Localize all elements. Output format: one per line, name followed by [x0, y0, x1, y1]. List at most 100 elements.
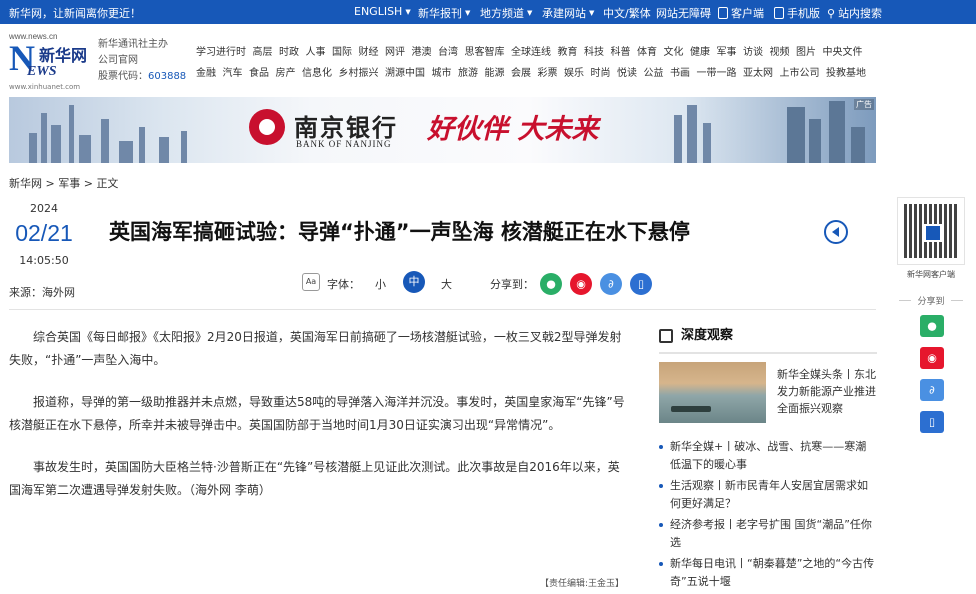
link-share-icon[interactable]: ∂: [600, 273, 622, 295]
channel-link[interactable]: 时政: [279, 42, 299, 63]
topnav-sites-label: 承建网站: [542, 7, 586, 20]
publish-month-day: 02/21: [15, 220, 73, 246]
sidebar-list-item[interactable]: 新华全媒+丨破冰、战雪、抗寒——寒潮低温下的暖心事: [659, 438, 877, 474]
channel-link[interactable]: 乡村振兴: [339, 63, 379, 84]
channel-link[interactable]: 亚太网: [743, 63, 773, 84]
link-glyph: ∂: [929, 383, 935, 397]
channel-link[interactable]: 台湾: [438, 42, 458, 63]
channel-link[interactable]: 金融: [196, 63, 216, 84]
channel-link[interactable]: 科普: [611, 42, 631, 63]
channel-link[interactable]: 旅游: [458, 63, 478, 84]
logo-cn: 新华网: [39, 46, 88, 65]
article-paragraph: 综合英国《每日邮报》《太阳报》2月20日报道，英国海军日前搞砸了一场核潜艇试验，…: [9, 330, 622, 367]
channel-link[interactable]: 城市: [432, 63, 452, 84]
channel-link[interactable]: 彩票: [538, 63, 558, 84]
channel-link[interactable]: 学习进行时: [196, 42, 246, 63]
skyline-building: [829, 101, 845, 163]
channel-link[interactable]: 公益: [644, 63, 664, 84]
topnav-mobile[interactable]: 手机版: [774, 5, 820, 21]
featured-image[interactable]: [659, 362, 766, 423]
channel-nav-row: 金融 汽车 食品 房产 信息化 乡村振兴 溯源中国 城市 旅游 能源 会展 彩票 娱乐 时尚 悦读 公益 书画一…: [196, 63, 886, 84]
channel-link[interactable]: 投教基地: [826, 63, 866, 84]
topnav-search-label: 站内搜索: [838, 7, 883, 20]
channel-link[interactable]: 图片: [796, 42, 816, 63]
sidebar-list-item[interactable]: 经济参考报丨老字号扩围 国货“潮品”任你选: [659, 516, 877, 552]
banner-ad[interactable]: 南京银行 BANK OF NANJING 好伙伴 大未来 广告: [9, 97, 876, 163]
topnav-sites[interactable]: 承建网站 ▼: [542, 5, 594, 21]
phone-share-icon[interactable]: ▯: [630, 273, 652, 295]
link-share-icon[interactable]: ∂: [920, 379, 944, 401]
article-source: 来源：海外网: [9, 286, 75, 299]
channel-link[interactable]: 汽车: [223, 63, 243, 84]
topnav-newspapers[interactable]: 新华报刊 ▼: [418, 5, 470, 21]
top-bar: 新华网，让新闻离你更近！ ENGLISH ▼ 新华报刊 ▼ 地方频道 ▼ 承建网站 ▼ …: [0, 0, 976, 24]
channel-link[interactable]: 港澳: [412, 42, 432, 63]
topnav-accessibility[interactable]: 网站无障碍: [656, 5, 711, 21]
weibo-glyph: ◉: [927, 351, 937, 365]
phone-share-icon[interactable]: ▯: [920, 411, 944, 433]
channel-link[interactable]: 健康: [690, 42, 710, 63]
speaker-icon[interactable]: [824, 220, 848, 244]
stock-code[interactable]: 603888: [148, 71, 186, 82]
sidebar-list-item[interactable]: 生活观察丨新市民青年人安居宜居需求如何更好满足？: [659, 477, 877, 513]
xinhua-logo[interactable]: www.news.cn N 新华网 EWS www.xinhuanet.com: [9, 32, 89, 91]
sidebar-list-item[interactable]: 新华每日电讯丨“朝秦暮楚”之地的“今古传奇”五说十堰: [659, 555, 877, 591]
topnav-local-label: 地方频道: [480, 7, 524, 20]
channel-link[interactable]: 文化: [664, 42, 684, 63]
channel-link[interactable]: 悦读: [617, 63, 637, 84]
channel-link[interactable]: 体育: [637, 42, 657, 63]
weibo-share-icon[interactable]: ◉: [570, 273, 592, 295]
channel-link[interactable]: 视频: [770, 42, 790, 63]
channel-link[interactable]: 访谈: [743, 42, 763, 63]
channel-link[interactable]: 中央文件: [823, 42, 863, 63]
channel-link[interactable]: 科技: [584, 42, 604, 63]
channel-link[interactable]: 信息化: [302, 63, 332, 84]
skyline-building: [703, 123, 711, 163]
channel-link[interactable]: 思客智库: [465, 42, 505, 63]
breadcrumb-military[interactable]: 军事: [58, 177, 80, 190]
publish-date: 2024 02/21 14:05:50: [9, 200, 79, 270]
font-medium-button[interactable]: 中: [403, 271, 425, 293]
channel-link[interactable]: 教育: [558, 42, 578, 63]
channel-link[interactable]: 娱乐: [564, 63, 584, 84]
channel-link[interactable]: 全球连线: [511, 42, 551, 63]
featured-story-text[interactable]: 新华全媒头条丨东北发力新能源产业推进全面振兴观察: [777, 366, 877, 417]
channel-link[interactable]: 人事: [306, 42, 326, 63]
channel-link[interactable]: 能源: [485, 63, 505, 84]
channel-link[interactable]: 军事: [717, 42, 737, 63]
channel-link[interactable]: 财经: [359, 42, 379, 63]
topnav-english[interactable]: ENGLISH ▼: [354, 5, 411, 18]
wechat-share-icon[interactable]: ●: [920, 315, 944, 337]
channel-link[interactable]: 溯源中国: [385, 63, 425, 84]
chevron-down-icon: ▼: [589, 9, 595, 17]
skyline-building: [809, 119, 821, 163]
channel-link[interactable]: 食品: [249, 63, 269, 84]
skyline-building: [119, 141, 133, 163]
font-small-button[interactable]: 小: [375, 276, 386, 292]
channel-link[interactable]: 书画: [670, 63, 690, 84]
font-large-button[interactable]: 大: [441, 276, 452, 292]
qr-label: 新华网客户端: [907, 270, 955, 279]
topnav-search[interactable]: ⚲ 站内搜索: [827, 5, 882, 21]
channel-link[interactable]: 高层: [253, 42, 273, 63]
channel-link[interactable]: 时尚: [591, 63, 611, 84]
channel-link[interactable]: 网评: [385, 42, 405, 63]
topnav-local[interactable]: 地方频道 ▼: [480, 5, 532, 21]
share-label: 分享到：: [490, 278, 534, 291]
breadcrumb-home[interactable]: 新华网: [9, 177, 42, 190]
channel-link[interactable]: 一带一路: [697, 63, 737, 84]
topnav-mobile-label: 手机版: [787, 7, 820, 20]
welcome-text: 新华网，让新闻离你更近！: [9, 7, 141, 20]
channel-link[interactable]: 国际: [332, 42, 352, 63]
featured-story[interactable]: 新华全媒头条丨东北发力新能源产业推进全面振兴观察: [659, 362, 877, 426]
weibo-share-icon[interactable]: ◉: [920, 347, 944, 369]
channel-link[interactable]: 房产: [276, 63, 296, 84]
topnav-traditional[interactable]: 中文/繁体: [603, 5, 651, 21]
company-site-link[interactable]: 公司官网: [98, 53, 186, 69]
skyline-building: [69, 105, 74, 163]
topnav-client[interactable]: 客户端: [718, 5, 764, 21]
qr-center-logo: [924, 224, 942, 242]
channel-link[interactable]: 会展: [511, 63, 531, 84]
channel-link[interactable]: 上市公司: [780, 63, 820, 84]
wechat-share-icon[interactable]: ●: [540, 273, 562, 295]
